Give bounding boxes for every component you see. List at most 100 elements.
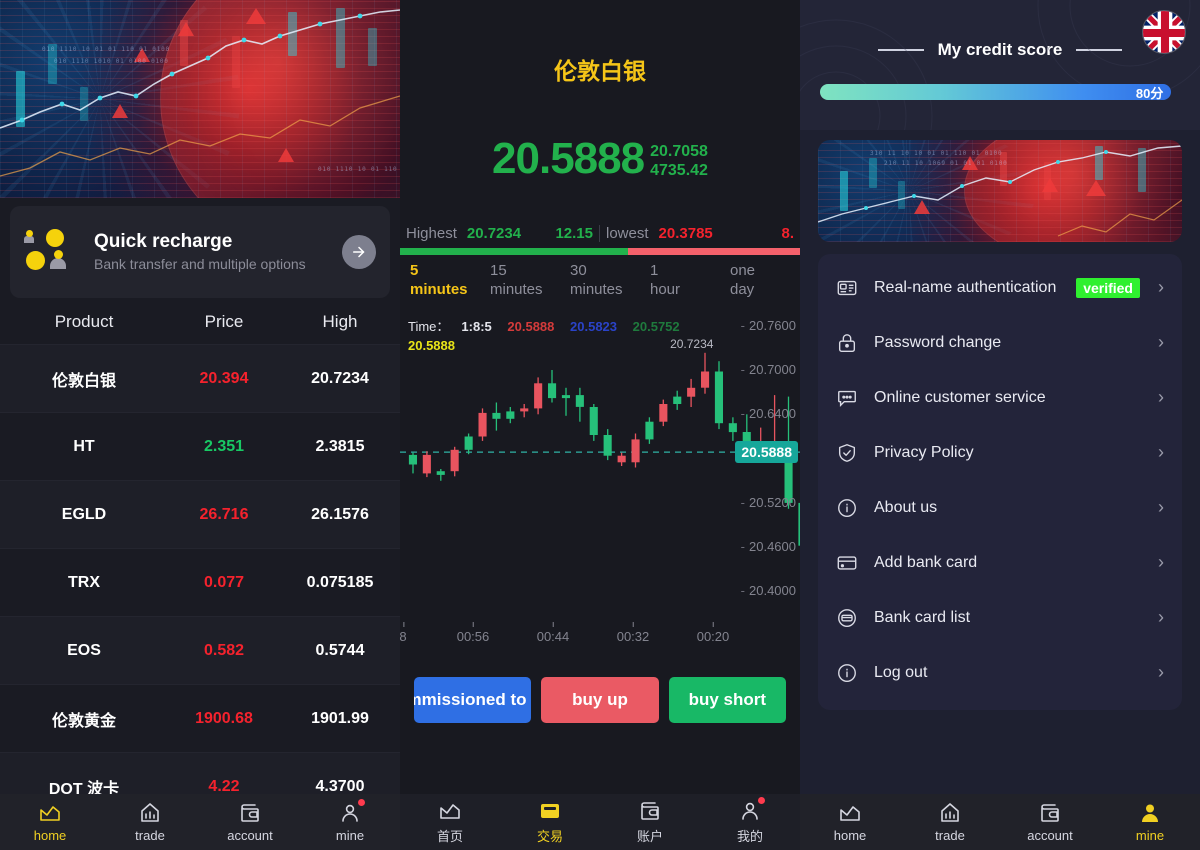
- tab-account[interactable]: account: [200, 801, 300, 843]
- timeframe-30-minutes[interactable]: 30 minutes: [560, 255, 640, 309]
- uk-flag-icon[interactable]: [1142, 10, 1186, 54]
- quick-recharge-card[interactable]: Quick recharge Bank transfer and multipl…: [10, 206, 390, 298]
- timeframe-15-minutes[interactable]: 15 minutes: [480, 255, 560, 309]
- row-price: 4.22: [208, 777, 240, 795]
- chart-up-icon: [838, 801, 862, 825]
- credit-score-bar: 80分: [820, 84, 1172, 101]
- arrow-right-icon[interactable]: [342, 235, 376, 269]
- legend-time-label: Time：: [408, 319, 450, 334]
- menu-item-label: Bank card list: [874, 608, 971, 626]
- high-low-bar: Highest 20.7234 12.15 lowest 20.3785 8.: [400, 218, 800, 255]
- coins-icon: [24, 228, 80, 276]
- table-row[interactable]: 伦敦白银 20.394 20.7234: [0, 344, 400, 412]
- chevron-right-icon: ›: [1158, 552, 1164, 572]
- chevron-right-icon: ›: [1158, 387, 1164, 407]
- price-secondary-1: 20.7058: [650, 143, 708, 160]
- row-product-name: 伦敦黄金: [51, 712, 116, 730]
- tab-mine[interactable]: mine: [300, 799, 400, 843]
- menu-item-add-bank-card[interactable]: Add bank card ›: [818, 535, 1182, 590]
- legend-value-yellow: 20.5888: [408, 338, 455, 353]
- tf-line2: minutes: [490, 281, 543, 298]
- x-axis-tick: 00:32: [616, 622, 650, 644]
- tf-line1: 30: [570, 262, 587, 279]
- track-green-segment: [400, 248, 628, 255]
- menu-item-label: Add bank card: [874, 553, 978, 571]
- tab-label: 账户: [636, 829, 663, 844]
- table-row[interactable]: 伦敦黄金 1900.68 1901.99: [0, 684, 400, 752]
- menu-item-about-us[interactable]: About us ›: [818, 480, 1182, 535]
- row-product-name: EGLD: [61, 505, 107, 523]
- tab-我的[interactable]: 我的: [700, 797, 800, 845]
- tab-mine[interactable]: mine: [1100, 801, 1200, 843]
- bottom-tabbar-left[interactable]: home trade account mine: [0, 794, 400, 850]
- menu-item-bank-card-list[interactable]: Bank card list ›: [818, 590, 1182, 645]
- legend-time-value: 1:8:5: [461, 319, 492, 334]
- commissioned-to-buy-button[interactable]: Commissioned to buy: [414, 677, 532, 723]
- tab-账户[interactable]: 账户: [600, 799, 700, 845]
- y-axis-tick: 20.7600: [741, 318, 796, 333]
- row-price: 0.077: [203, 573, 245, 591]
- row-price: 1900.68: [195, 709, 253, 727]
- bottom-tabbar-mid[interactable]: 首页 交易 账户 我的: [400, 794, 800, 850]
- row-high: 0.5744: [315, 641, 365, 659]
- row-high: 20.7234: [311, 369, 369, 387]
- quick-recharge-subtitle: Bank transfer and multiple options: [94, 255, 306, 272]
- table-row[interactable]: EGLD 26.716 26.1576: [0, 480, 400, 548]
- tf-line2: minutes: [410, 281, 468, 298]
- tab-trade[interactable]: trade: [100, 801, 200, 843]
- menu-item-password-change[interactable]: Password change ›: [818, 315, 1182, 370]
- x-axis-tick: 00:20: [696, 622, 730, 644]
- chevron-right-icon: ›: [1158, 497, 1164, 517]
- tab-trade[interactable]: trade: [900, 801, 1000, 843]
- candlestick-chart[interactable]: Time： 1:8:5 20.5888 20.5823 20.5752 20.58…: [400, 311, 800, 621]
- price-block: 20.5888 20.7058 4735.42: [400, 86, 800, 184]
- quick-recharge-title: Quick recharge: [94, 230, 233, 252]
- row-high: 1901.99: [311, 709, 369, 727]
- chevron-right-icon: ›: [1158, 442, 1164, 462]
- buy-short-button[interactable]: buy short: [668, 677, 786, 723]
- trade-actions[interactable]: Commissioned to buy buy up buy short: [400, 677, 800, 723]
- bottom-tabbar-right[interactable]: home trade account mine: [800, 794, 1200, 850]
- lowest-label: lowest: [606, 224, 649, 242]
- tab-label: account: [1027, 828, 1073, 843]
- shield-check-icon: [836, 442, 858, 464]
- row-product-name: 伦敦白银: [51, 372, 116, 390]
- promo-banner-left[interactable]: 010 1110 10 01 01 110 01 0100 010 1110 1…: [0, 0, 400, 198]
- header-price: Price: [204, 312, 244, 331]
- header-product: Product: [54, 312, 114, 331]
- id-card-icon: [836, 277, 858, 299]
- row-price: 26.716: [199, 505, 249, 523]
- card-list-icon: [836, 607, 858, 629]
- menu-item-online-customer-service[interactable]: Online customer service ›: [818, 370, 1182, 425]
- tab-交易[interactable]: 交易: [500, 799, 600, 845]
- menu-item-privacy-policy[interactable]: Privacy Policy ›: [818, 425, 1182, 480]
- chevron-right-icon: ›: [1158, 277, 1164, 297]
- timeframe-one-day[interactable]: one day: [720, 255, 800, 309]
- notification-dot: [758, 797, 765, 804]
- highest-value: 20.7234: [466, 224, 522, 242]
- timeframe-5-minutes[interactable]: 5 minutes: [400, 255, 480, 309]
- chat-icon: [836, 387, 858, 409]
- promo-banner-right[interactable]: 310 11 10 10 01 01 110 01 0100 210 11 10…: [818, 140, 1182, 242]
- tab-home[interactable]: home: [800, 801, 900, 843]
- tab-account[interactable]: account: [1000, 801, 1100, 843]
- timeframe-1-hour[interactable]: 1 hour: [640, 255, 720, 309]
- buy-up-button[interactable]: buy up: [541, 677, 659, 723]
- track-red-segment: [628, 248, 800, 255]
- row-product-name: TRX: [68, 573, 100, 591]
- banner-code-text: 010 1110 10 01 110 21 0100: [318, 166, 400, 173]
- menu-item-log-out[interactable]: Log out ›: [818, 645, 1182, 700]
- account-menu-list[interactable]: Real-name authentication verified › Passwor…: [818, 254, 1182, 710]
- user-filled-icon: [1138, 801, 1162, 825]
- row-high: 4.3700: [315, 777, 365, 795]
- timeframe-tabs[interactable]: 5 minutes 15 minutes 30 minutes 1 hour one day: [400, 255, 800, 309]
- menu-item-label: Online customer service: [874, 388, 1046, 406]
- tab-首页[interactable]: 首页: [400, 799, 500, 845]
- table-row[interactable]: HT 2.351 2.3815: [0, 412, 400, 480]
- tab-home[interactable]: home: [0, 801, 100, 843]
- table-row[interactable]: TRX 0.077 0.075185: [0, 548, 400, 616]
- table-row[interactable]: EOS 0.582 0.5744: [0, 616, 400, 684]
- product-table-body[interactable]: 伦敦白银 20.394 20.7234 HT 2.351 2.3815 EGLD 26.716…: [0, 344, 400, 850]
- tf-line1: 15: [490, 262, 507, 279]
- menu-item-real-name-authentication[interactable]: Real-name authentication verified ›: [818, 260, 1182, 315]
